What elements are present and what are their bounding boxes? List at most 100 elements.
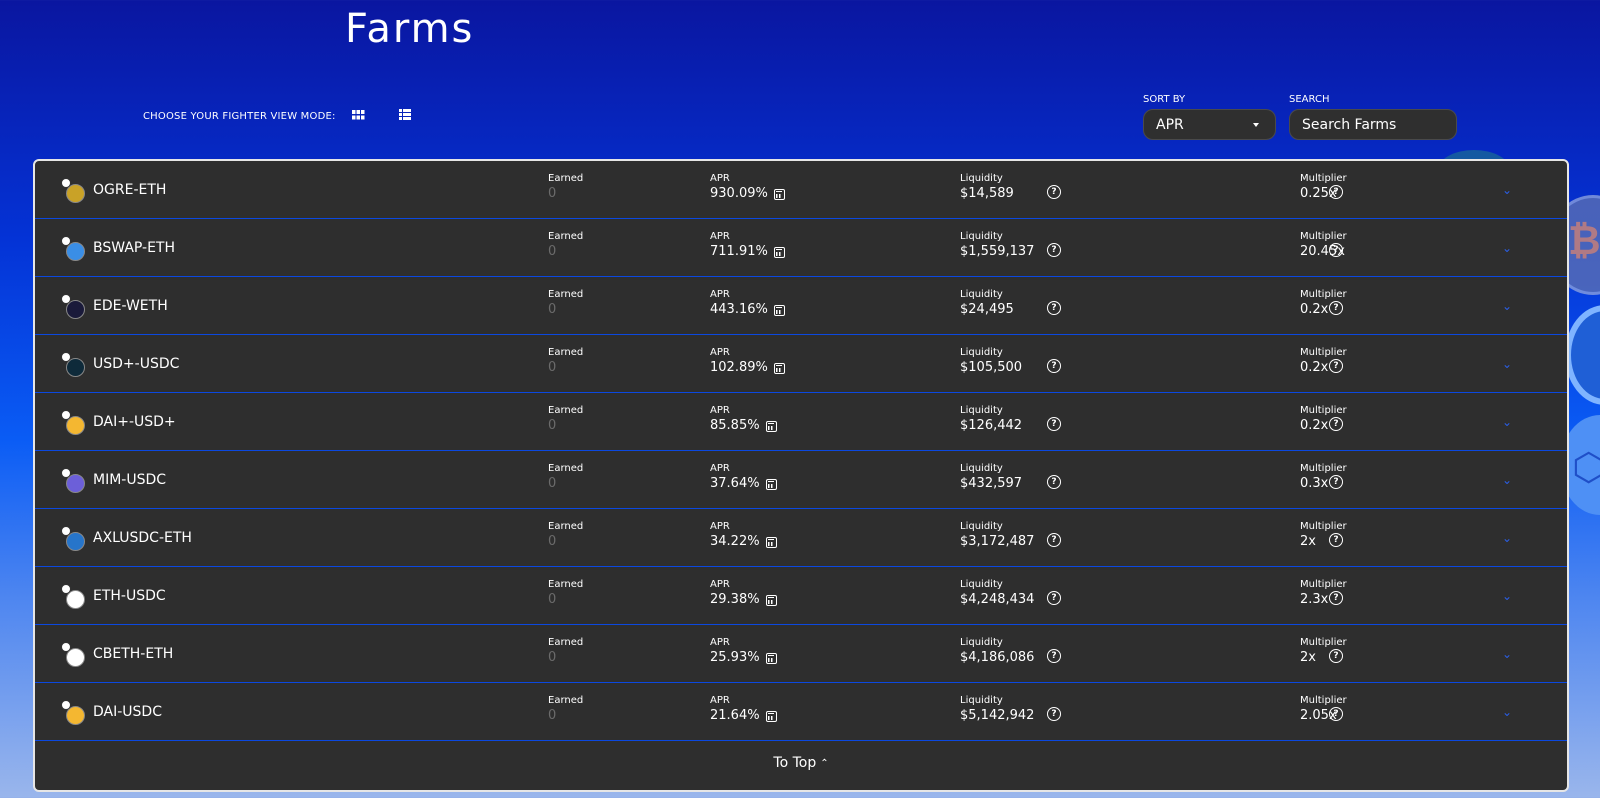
liquidity-cell: Liquidity $4,248,434 — [960, 579, 1034, 609]
grid-view-icon[interactable] — [351, 109, 365, 123]
calculator-icon[interactable] — [765, 536, 777, 548]
chevron-down-icon[interactable]: ⌄ — [1502, 183, 1512, 197]
eth-badge-icon — [61, 294, 71, 304]
multiplier-label: Multiplier — [1300, 347, 1347, 358]
earned-value: 0 — [548, 186, 557, 201]
view-mode-label: CHOOSE YOUR FIGHTER VIEW MODE: — [143, 110, 336, 122]
multiplier-label: Multiplier — [1300, 173, 1347, 184]
earned-value: 0 — [548, 476, 557, 491]
liquidity-help-icon[interactable]: ? — [1047, 243, 1061, 257]
multiplier-label: Multiplier — [1300, 521, 1347, 532]
farm-row[interactable]: BSWAP-ETH Earned 0 APR 711.91% Liquidity… — [35, 219, 1567, 277]
calculator-icon[interactable] — [773, 362, 785, 374]
farm-row[interactable]: EDE-WETH Earned 0 APR 443.16% Liquidity … — [35, 277, 1567, 335]
to-top-button[interactable]: To Top ⌃ — [35, 741, 1567, 785]
farm-row[interactable]: ETH-USDC Earned 0 APR 29.38% Liquidity $… — [35, 567, 1567, 625]
farm-row[interactable]: DAI-USDC Earned 0 APR 21.64% Liquidity $… — [35, 683, 1567, 741]
bitcoin-icon: ₿ — [1568, 218, 1600, 264]
calculator-icon[interactable] — [765, 594, 777, 606]
chevron-down-icon[interactable]: ⌄ — [1502, 241, 1512, 255]
liquidity-cell: Liquidity $1,559,137 — [960, 231, 1034, 261]
farm-pair: DAI+-USD+ — [61, 393, 176, 451]
multiplier-help-icon[interactable]: ? — [1329, 185, 1343, 199]
multiplier-help-icon[interactable]: ? — [1329, 649, 1343, 663]
chevron-down-icon[interactable]: ⌄ — [1502, 299, 1512, 313]
liquidity-value: $5,142,942 — [960, 708, 1035, 723]
apr-value: 102.89% — [710, 360, 768, 375]
liquidity-label: Liquidity — [960, 521, 1003, 532]
farm-row[interactable]: MIM-USDC Earned 0 APR 37.64% Liquidity $… — [35, 451, 1567, 509]
farm-row[interactable]: OGRE-ETH Earned 0 APR 930.09% Liquidity … — [35, 161, 1567, 219]
list-view-icon[interactable] — [398, 109, 411, 123]
multiplier-help-icon[interactable]: ? — [1329, 417, 1343, 431]
eth-badge-icon — [61, 178, 71, 188]
calculator-icon[interactable] — [765, 478, 777, 490]
earned-label: Earned — [548, 173, 584, 184]
earned-value: 0 — [548, 592, 557, 607]
liquidity-value: $14,589 — [960, 186, 1014, 201]
earned-label: Earned — [548, 695, 584, 706]
chevron-down-icon[interactable]: ⌄ — [1502, 415, 1512, 429]
multiplier-help-icon[interactable]: ? — [1329, 301, 1343, 315]
apr-label: APR — [710, 231, 730, 242]
liquidity-label: Liquidity — [960, 347, 1003, 358]
search-input[interactable] — [1289, 109, 1457, 140]
sort-select[interactable]: APR — [1143, 109, 1276, 140]
token-pair-icon — [61, 410, 85, 435]
liquidity-help-icon[interactable]: ? — [1047, 533, 1061, 547]
calculator-icon[interactable] — [765, 420, 777, 432]
apr-value: 21.64% — [710, 708, 760, 723]
earned-value: 0 — [548, 708, 557, 723]
calculator-icon[interactable] — [765, 652, 777, 664]
multiplier-help-icon[interactable]: ? — [1329, 359, 1343, 373]
calculator-icon[interactable] — [773, 304, 785, 316]
apr-cell: APR 85.85% — [710, 405, 777, 435]
liquidity-help-icon[interactable]: ? — [1047, 185, 1061, 199]
chevron-down-icon[interactable]: ⌄ — [1502, 473, 1512, 487]
caret-down-icon — [1253, 122, 1259, 127]
apr-value: 37.64% — [710, 476, 760, 491]
farm-row[interactable]: CBETH-ETH Earned 0 APR 25.93% Liquidity … — [35, 625, 1567, 683]
farm-pair-name: AXLUSDC-ETH — [93, 530, 192, 546]
liquidity-help-icon[interactable]: ? — [1047, 417, 1061, 431]
chevron-down-icon[interactable]: ⌄ — [1502, 647, 1512, 661]
liquidity-help-icon[interactable]: ? — [1047, 359, 1061, 373]
multiplier-help-icon[interactable]: ? — [1329, 533, 1343, 547]
earned-label: Earned — [548, 463, 584, 474]
apr-cell: APR 25.93% — [710, 637, 777, 667]
liquidity-help-icon[interactable]: ? — [1047, 649, 1061, 663]
chevron-down-icon[interactable]: ⌄ — [1502, 357, 1512, 371]
apr-label: APR — [710, 637, 730, 648]
token-pair-icon — [61, 236, 85, 261]
farm-pair-name: EDE-WETH — [93, 298, 168, 314]
liquidity-help-icon[interactable]: ? — [1047, 301, 1061, 315]
calculator-icon[interactable] — [773, 246, 785, 258]
earned-label: Earned — [548, 289, 584, 300]
liquidity-help-icon[interactable]: ? — [1047, 707, 1061, 721]
liquidity-help-icon[interactable]: ? — [1047, 475, 1061, 489]
farm-pair: USD+-USDC — [61, 335, 179, 393]
apr-value: 85.85% — [710, 418, 760, 433]
calculator-icon[interactable] — [773, 188, 785, 200]
farm-pair: CBETH-ETH — [61, 625, 173, 683]
earned-cell: Earned 0 — [548, 231, 583, 261]
to-top-label: To Top — [773, 755, 817, 771]
chevron-down-icon[interactable]: ⌄ — [1502, 705, 1512, 719]
liquidity-help-icon[interactable]: ? — [1047, 591, 1061, 605]
decorative-coin — [1565, 305, 1600, 405]
calculator-icon[interactable] — [765, 710, 777, 722]
farm-row[interactable]: AXLUSDC-ETH Earned 0 APR 34.22% Liquidit… — [35, 509, 1567, 567]
farm-pair-name: DAI-USDC — [93, 704, 162, 720]
multiplier-help-icon[interactable]: ? — [1329, 475, 1343, 489]
multiplier-label: Multiplier — [1300, 637, 1347, 648]
multiplier-help-icon[interactable]: ? — [1329, 243, 1343, 257]
farm-row[interactable]: DAI+-USD+ Earned 0 APR 85.85% Liquidity … — [35, 393, 1567, 451]
apr-cell: APR 711.91% — [710, 231, 785, 261]
multiplier-help-icon[interactable]: ? — [1329, 707, 1343, 721]
token-pair-icon — [61, 526, 85, 551]
chevron-down-icon[interactable]: ⌄ — [1502, 589, 1512, 603]
multiplier-help-icon[interactable]: ? — [1329, 591, 1343, 605]
farm-row[interactable]: USD+-USDC Earned 0 APR 102.89% Liquidity… — [35, 335, 1567, 393]
chevron-down-icon[interactable]: ⌄ — [1502, 531, 1512, 545]
earned-value: 0 — [548, 244, 557, 259]
